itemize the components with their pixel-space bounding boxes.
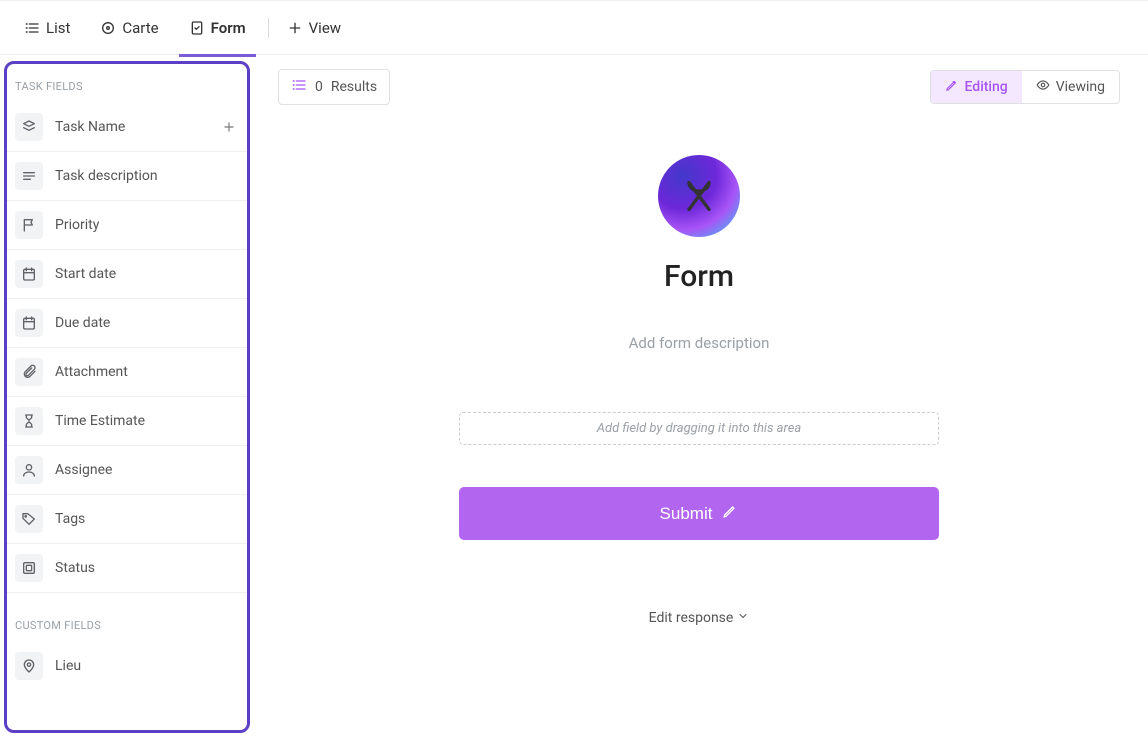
fields-sidebar: TASK FIELDS Task Name Task description P… [4,61,250,733]
edit-response-label: Edit response [649,610,734,626]
tab-add-view[interactable]: View [277,13,351,43]
field-priority[interactable]: Priority [7,201,247,250]
submit-label: Submit [660,504,713,524]
task-fields-heading: TASK FIELDS [7,74,247,103]
field-label: Lieu [55,658,239,674]
flag-icon [15,211,43,239]
field-label: Task description [55,168,239,184]
field-label: Tags [55,511,239,527]
plus-icon [287,20,303,36]
field-status[interactable]: Status [7,544,247,593]
field-label: Task Name [55,119,207,135]
form-title[interactable]: Form [459,259,939,294]
mode-viewing[interactable]: Viewing [1022,71,1119,103]
stack-icon [15,113,43,141]
field-due-date[interactable]: Due date [7,299,247,348]
tab-view-label: View [309,19,341,37]
field-task-description[interactable]: Task description [7,152,247,201]
form-logo[interactable] [658,155,740,237]
submit-button[interactable]: Submit [459,487,939,540]
add-field-button[interactable] [219,117,239,137]
list-icon [24,20,40,36]
field-lieu[interactable]: Lieu [7,642,247,690]
custom-fields-heading: CUSTOM FIELDS [7,613,247,642]
eye-icon [1036,78,1050,96]
results-count: 0 [315,79,323,95]
field-attachment[interactable]: Attachment [7,348,247,397]
tab-form[interactable]: Form [179,13,256,43]
mode-viewing-label: Viewing [1056,79,1105,95]
field-dropzone[interactable]: Add field by dragging it into this area [459,412,939,445]
field-label: Status [55,560,239,576]
tab-list-label: List [46,19,70,37]
mode-editing[interactable]: Editing [931,71,1022,103]
field-label: Attachment [55,364,239,380]
edit-response-dropdown[interactable]: Edit response [649,610,750,626]
pencil-icon [945,78,959,96]
field-start-date[interactable]: Start date [7,250,247,299]
tab-carte-label: Carte [122,19,158,37]
form-builder-content: 0 Results Editing Viewing [250,55,1148,743]
pencil-icon [722,503,738,524]
results-label: Results [331,79,377,95]
form-icon [189,20,205,36]
target-icon [100,20,116,36]
field-label: Due date [55,315,239,331]
tab-carte[interactable]: Carte [90,13,168,43]
content-toolbar: 0 Results Editing Viewing [278,69,1120,105]
tab-form-label: Form [211,19,246,37]
mode-editing-label: Editing [965,79,1008,95]
form-description-placeholder[interactable]: Add form description [459,334,939,352]
field-label: Time Estimate [55,413,239,429]
form-preview: Form Add form description Add field by d… [459,155,939,626]
field-tags[interactable]: Tags [7,495,247,544]
field-label: Assignee [55,462,239,478]
results-button[interactable]: 0 Results [278,69,390,105]
user-icon [15,456,43,484]
list-icon [291,77,307,97]
field-assignee[interactable]: Assignee [7,446,247,495]
tag-icon [15,505,43,533]
calendar-icon [15,260,43,288]
field-time-estimate[interactable]: Time Estimate [7,397,247,446]
tab-divider [268,18,269,38]
text-icon [15,162,43,190]
tab-list[interactable]: List [14,13,80,43]
field-label: Start date [55,266,239,282]
view-tabs: List Carte Form View [0,0,1148,55]
field-task-name[interactable]: Task Name [7,103,247,152]
hourglass-icon [15,407,43,435]
field-label: Priority [55,217,239,233]
paperclip-icon [15,358,43,386]
chevron-down-icon [737,610,749,626]
calendar-icon [15,309,43,337]
mode-toggle: Editing Viewing [930,70,1120,104]
square-icon [15,554,43,582]
pin-icon [15,652,43,680]
